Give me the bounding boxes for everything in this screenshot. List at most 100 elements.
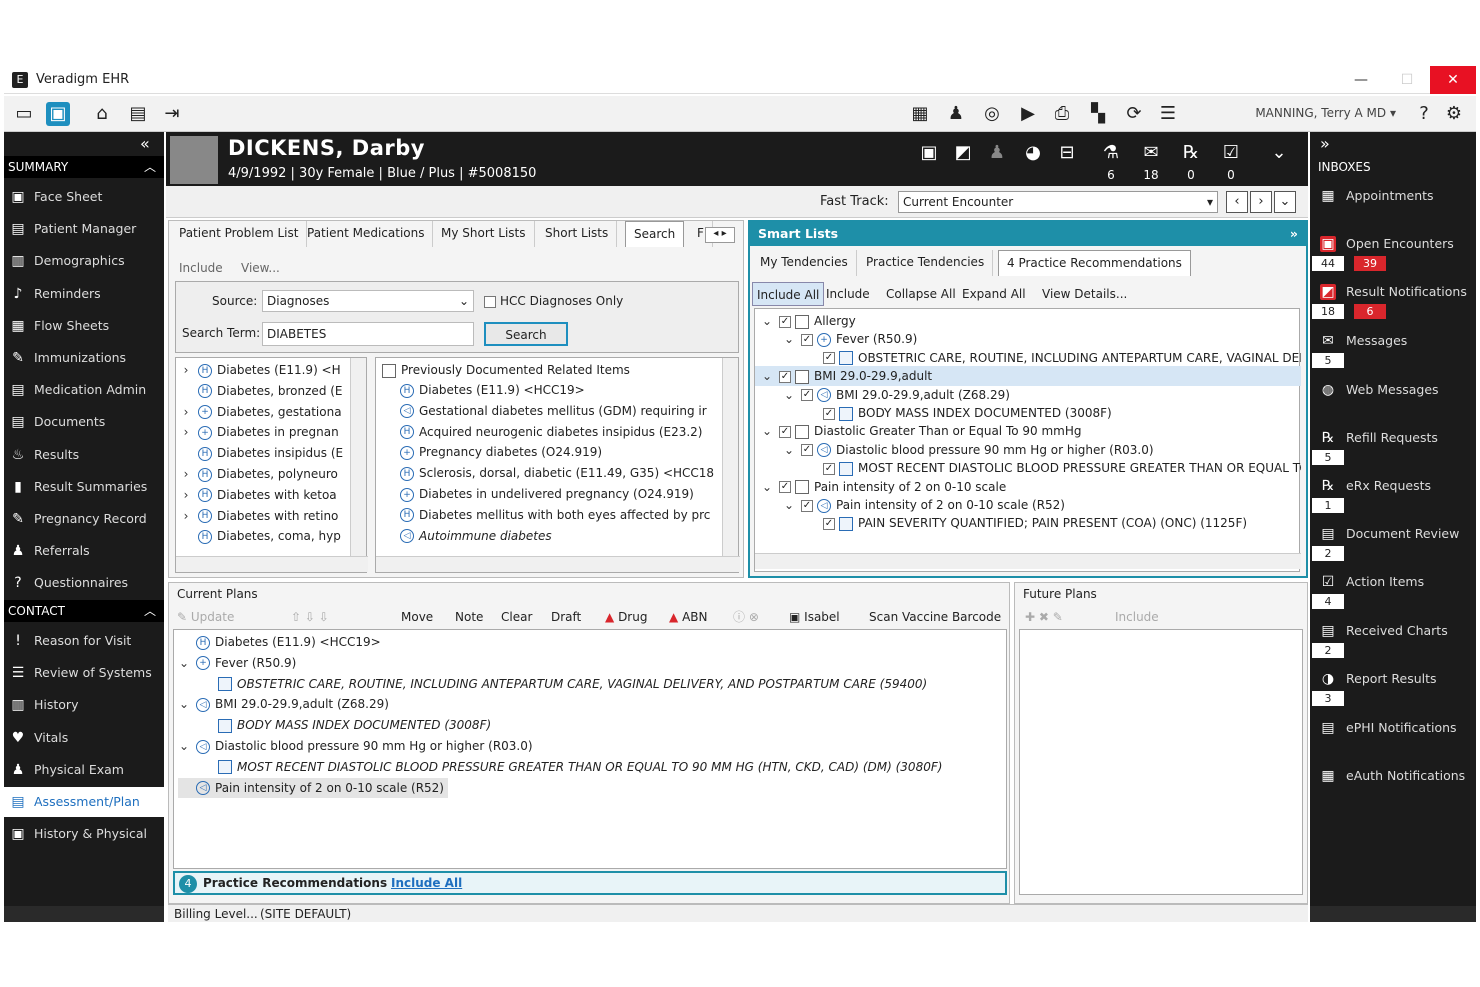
smart-hscroll[interactable] xyxy=(755,553,1301,569)
source-select[interactable]: Diagnoses ⌄ xyxy=(262,290,474,312)
plan-row[interactable]: MOST RECENT DIASTOLIC BLOOD PRESSURE GRE… xyxy=(200,757,942,777)
inbox-item[interactable]: ℞ Refill Requests xyxy=(1310,426,1476,450)
mail-icon[interactable]: ✉ xyxy=(1140,142,1162,164)
tab-practice-recommendations[interactable]: 4 Practice Recommendations xyxy=(998,250,1191,276)
results-hscroll[interactable] xyxy=(176,556,368,572)
calendar-icon[interactable]: ▦ xyxy=(908,102,932,126)
search-result-row[interactable]: › H Diabetes, polyneuro xyxy=(180,464,348,484)
search-result-row[interactable]: H Diabetes, coma, hyp xyxy=(180,526,348,546)
next-button[interactable]: › xyxy=(1250,191,1272,213)
include-button[interactable]: Include xyxy=(826,282,870,306)
related-item-row[interactable]: H Diabetes mellitus with both eyes affect… xyxy=(400,505,718,525)
print-icon[interactable]: ⎙ xyxy=(1050,102,1074,126)
collapse-right-icon[interactable]: » xyxy=(1320,134,1330,153)
maximize-button[interactable]: ☐ xyxy=(1384,66,1430,94)
update-button[interactable]: ✎ Update xyxy=(177,605,234,629)
isabel-button[interactable]: ▣ Isabel xyxy=(789,605,840,629)
checkbox-icon[interactable]: ☑ xyxy=(1220,142,1242,164)
nav-item[interactable]: ▤ Medication Admin xyxy=(4,375,164,405)
tab-my-tendencies[interactable]: My Tendencies xyxy=(752,250,857,276)
expand-all-button[interactable]: Expand All xyxy=(962,282,1026,306)
plan-row[interactable]: ⌄ + Fever (R50.9) xyxy=(178,653,296,673)
play-icon[interactable]: ▶ xyxy=(1016,102,1040,126)
search-result-row[interactable]: › H Diabetes (E11.9) <H xyxy=(180,360,348,380)
inbox-item[interactable]: ✉ Messages xyxy=(1310,329,1476,353)
money-icon[interactable]: ◎ xyxy=(980,102,1004,126)
include-all-button[interactable]: Include All xyxy=(752,282,825,306)
nav-item[interactable]: ! Reason for Visit xyxy=(4,626,164,656)
nav-item[interactable]: ♨ Results xyxy=(4,440,164,470)
include-all-link[interactable]: Include All xyxy=(391,876,462,890)
include-link[interactable]: Include xyxy=(179,261,223,275)
view-link[interactable]: View... xyxy=(241,261,280,275)
hcc-checkbox[interactable]: HCC Diagnoses Only xyxy=(484,294,623,308)
fast-track-select[interactable]: Current Encounter ▾ xyxy=(898,191,1218,213)
nav-item[interactable]: ♪ Reminders xyxy=(4,279,164,309)
exit-icon[interactable]: ⇥ xyxy=(160,102,184,126)
search-result-row[interactable]: › + Diabetes in pregnan xyxy=(180,422,348,442)
tab-short-lists[interactable]: Short Lists xyxy=(537,221,618,247)
smart-tree-row[interactable]: ✓ OBSTETRIC CARE, ROUTINE, INCLUDING ANTE… xyxy=(755,348,1301,368)
people-icon[interactable]: ♟ xyxy=(986,142,1008,164)
inbox-item[interactable]: ▤ Document Review xyxy=(1310,522,1476,546)
nav-item[interactable]: ✎ Pregnancy Record xyxy=(4,504,164,534)
inbox-item[interactable]: ▦ eAuth Notifications xyxy=(1310,764,1476,788)
monitor-icon[interactable]: ▭ xyxy=(12,102,36,126)
sync-icon[interactable]: ⟳ xyxy=(1122,102,1146,126)
nav-item[interactable]: ▦ Flow Sheets xyxy=(4,311,164,341)
plan-row[interactable]: ◁ Pain intensity of 2 on 0-10 scale (R52) xyxy=(178,777,448,798)
collapse-left-icon[interactable]: « xyxy=(140,134,150,153)
inbox-item[interactable]: ☑ Action Items xyxy=(1310,570,1476,594)
prev-button[interactable]: ‹ xyxy=(1226,191,1248,213)
chart-line-icon[interactable]: ◩ xyxy=(952,142,974,164)
nav-item[interactable]: ♟ Physical Exam xyxy=(4,755,164,785)
nav-item[interactable]: ✎ Immunizations xyxy=(4,343,164,373)
smart-tree-row[interactable]: ⌄ ✓ BMI 29.0-29.9,adult xyxy=(755,366,1301,387)
dropdown-button[interactable]: ⌄ xyxy=(1274,191,1296,213)
smart-tree-row[interactable]: ⌄ ✓ ◁ Pain intensity of 2 on 0-10 scale (R5… xyxy=(755,495,1301,515)
search-result-row[interactable]: H Diabetes, bronzed (E xyxy=(180,381,348,401)
nav-item[interactable]: ▤ Assessment/Plan xyxy=(4,787,164,817)
related-vscroll[interactable] xyxy=(722,358,738,556)
drug-button[interactable]: ▲ Drug xyxy=(605,605,647,629)
smart-tree-row[interactable]: ⌄ ✓ ◁ Diastolic blood pressure 90 mm Hg or … xyxy=(755,440,1301,460)
plan-row[interactable]: H Diabetes (E11.9) <HCC19> xyxy=(178,632,381,652)
billing-level-button[interactable]: Billing Level... xyxy=(174,907,258,921)
nav-item[interactable]: ▣ Face Sheet xyxy=(4,182,164,212)
related-item-row[interactable]: H Sclerosis, dorsal, diabetic (E11.49, G3… xyxy=(400,463,718,483)
related-item-row[interactable]: H Diabetes (E11.9) <HCC19> xyxy=(400,380,718,400)
home-icon[interactable]: ⌂ xyxy=(90,102,114,126)
inbox-item[interactable]: ▤ Received Charts xyxy=(1310,619,1476,643)
smart-tree-row[interactable]: ⌄ ✓ + Fever (R50.9) xyxy=(755,329,1301,349)
nav-item[interactable]: ▤ Documents xyxy=(4,407,164,437)
contact-header[interactable]: CONTACT ︿ xyxy=(4,600,164,622)
search-result-row[interactable]: › + Diabetes, gestationa xyxy=(180,402,348,422)
inbox-item[interactable]: ◍ Web Messages xyxy=(1310,378,1476,402)
related-hscroll[interactable] xyxy=(376,556,740,572)
nav-item[interactable]: ▣ History & Physical xyxy=(4,819,164,849)
expand-down-icon[interactable]: ⌄ xyxy=(1268,142,1290,164)
related-item-row[interactable]: ◁ Autoimmune diabetes xyxy=(400,526,718,546)
menu-icon[interactable]: ☰ xyxy=(1156,102,1180,126)
related-item-row[interactable]: + Pregnancy diabetes (O24.919) xyxy=(400,442,718,462)
move-button[interactable]: Move xyxy=(401,605,433,629)
view-details-button[interactable]: View Details... xyxy=(1042,282,1127,306)
tab-patient-medications[interactable]: Patient Medications xyxy=(299,221,434,247)
plan-row[interactable]: OBSTETRIC CARE, ROUTINE, INCLUDING ANTEP… xyxy=(200,674,927,694)
badge-icon[interactable]: ▣ xyxy=(918,142,940,164)
smart-tree-row[interactable]: ⌄ ✓ Diastolic Greater Than or Equal To 90 … xyxy=(755,421,1301,441)
nav-item[interactable]: ▥ History xyxy=(4,690,164,720)
nav-item[interactable]: ☰ Review of Systems xyxy=(4,658,164,688)
smart-tree-row[interactable]: ✓ BODY MASS INDEX DOCUMENTED (3008F) xyxy=(755,403,1301,423)
plan-row[interactable]: ⌄ ◁ Diastolic blood pressure 90 mm Hg or h… xyxy=(178,736,533,756)
grid-icon[interactable]: ▚ xyxy=(1086,102,1110,126)
related-item-row[interactable]: ◁ Gestational diabetes mellitus (GDM) req… xyxy=(400,401,718,421)
abn-button[interactable]: ▲ ABN xyxy=(669,605,707,629)
search-result-row[interactable]: H Diabetes insipidus (E xyxy=(180,443,348,463)
smart-tree-row[interactable]: ⌄ ✓ ◁ BMI 29.0-29.9,adult (Z68.29) xyxy=(755,385,1301,405)
clear-button[interactable]: Clear xyxy=(501,605,532,629)
collapse-all-button[interactable]: Collapse All xyxy=(886,282,956,306)
search-result-row[interactable]: › H Diabetes with ketoa xyxy=(180,485,348,505)
smart-tree-row[interactable]: ✓ PAIN SEVERITY QUANTIFIED; PAIN PRESENT … xyxy=(755,513,1301,533)
nav-item[interactable]: ? Questionnaires xyxy=(4,568,164,598)
